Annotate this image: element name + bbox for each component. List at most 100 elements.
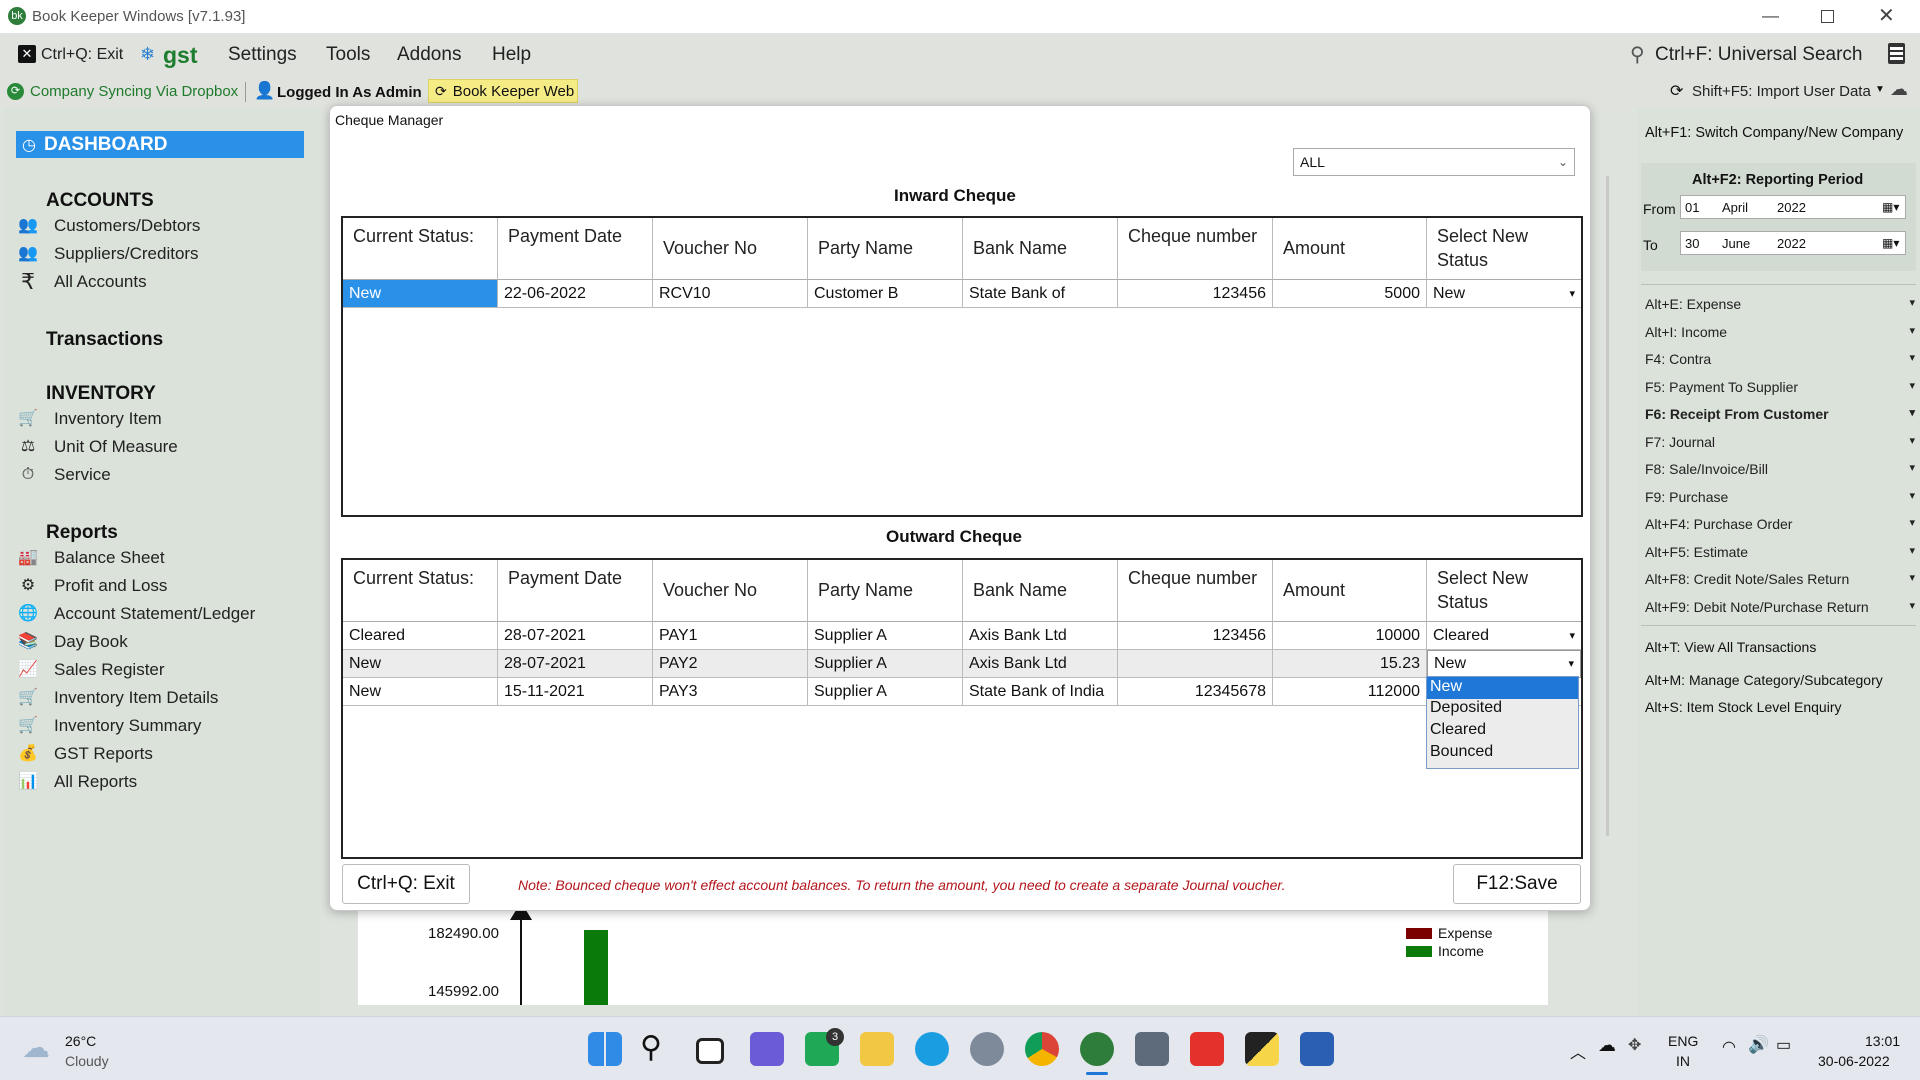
- stock-enquiry-link[interactable]: Alt+S: Item Stock Level Enquiry: [1645, 699, 1841, 715]
- gear-icon: ⚙: [20, 577, 36, 594]
- clock-time[interactable]: 13:01: [1865, 1033, 1900, 1049]
- view-all-transactions-link[interactable]: Alt+T: View All Transactions: [1645, 639, 1816, 655]
- sidebar-item-service[interactable]: ⏱ Service: [16, 463, 111, 487]
- sidebar-item-gst-reports[interactable]: 💰 GST Reports: [16, 742, 153, 766]
- settings-gear-icon[interactable]: [970, 1032, 1004, 1066]
- calculator-icon[interactable]: [1888, 43, 1905, 64]
- dropdown-option-cleared[interactable]: Cleared: [1427, 721, 1578, 743]
- sidebar-item-sales-register[interactable]: 📈 Sales Register: [16, 658, 165, 682]
- new-status-select[interactable]: Cleared ▾: [1427, 622, 1581, 650]
- wifi-icon[interactable]: ◠: [1722, 1037, 1736, 1057]
- sidebar-item-inventory-item[interactable]: 🛒 Inventory Item: [16, 407, 162, 431]
- task-view-icon[interactable]: [696, 1038, 724, 1064]
- anydesk-icon[interactable]: [1190, 1032, 1224, 1066]
- shortcut-receipt-customer[interactable]: F6: Receipt From Customer ▾: [1645, 406, 1915, 422]
- cloud-icon[interactable]: ☁: [1890, 79, 1908, 100]
- battery-icon[interactable]: ▭: [1776, 1035, 1791, 1055]
- dropdown-option-new[interactable]: New: [1427, 677, 1578, 699]
- shortcut-journal[interactable]: F7: Journal ▾: [1645, 434, 1915, 450]
- sidebar-item-label: Inventory Item Details: [54, 688, 219, 707]
- web-link[interactable]: ⟳ Book Keeper Web: [428, 79, 578, 103]
- sidebar-item-account-statement[interactable]: 🌐 Account Statement/Ledger: [16, 602, 255, 626]
- sidebar-item-unit-of-measure[interactable]: ⚖ Unit Of Measure: [16, 435, 178, 459]
- to-date-picker[interactable]: 30 June 2022 ▦▾: [1680, 231, 1906, 255]
- calendar-icon[interactable]: ▦▾: [1882, 236, 1899, 250]
- status-filter-select[interactable]: ALL ⌄: [1293, 148, 1575, 176]
- book-keeper-app-icon[interactable]: [1080, 1032, 1114, 1066]
- weather-temp[interactable]: 26°C: [65, 1033, 96, 1049]
- shortcut-expense[interactable]: Alt+E: Expense ▾: [1645, 296, 1915, 312]
- sidebar-item-dashboard[interactable]: ◷ DASHBOARD: [16, 131, 304, 158]
- shortcut-income[interactable]: Alt+I: Income ▾: [1645, 324, 1915, 340]
- sidebar-item-customers[interactable]: 👥 Customers/Debtors: [16, 214, 200, 238]
- exit-button[interactable]: Ctrl+Q: Exit: [342, 864, 470, 904]
- lang-line2[interactable]: IN: [1676, 1053, 1690, 1069]
- save-button[interactable]: F12:Save: [1453, 864, 1581, 904]
- sidebar-item-all-accounts[interactable]: ₹ All Accounts: [16, 270, 147, 294]
- table-row[interactable]: New 15-11-2021 PAY3 Supplier A State Ban…: [343, 678, 1581, 706]
- file-explorer-icon[interactable]: [860, 1032, 894, 1066]
- windows-start-icon[interactable]: [588, 1032, 622, 1066]
- sidebar-item-profit-loss[interactable]: ⚙ Profit and Loss: [16, 574, 168, 598]
- switch-company-link[interactable]: Alt+F1: Switch Company/New Company: [1645, 125, 1903, 141]
- search-icon[interactable]: ⚲: [640, 1030, 662, 1065]
- chevron-down-icon[interactable]: ▼: [1875, 84, 1885, 95]
- table-row[interactable]: New 22-06-2022 RCV10 Customer B State Ba…: [343, 280, 1581, 308]
- sidebar-item-inventory-details[interactable]: 🛒 Inventory Item Details: [16, 686, 218, 710]
- sidebar-item-all-reports[interactable]: 📊 All Reports: [16, 770, 137, 794]
- dropdown-option-bounced[interactable]: Bounced: [1427, 743, 1578, 765]
- menu-help[interactable]: Help: [492, 44, 531, 66]
- shortcut-purchase-order[interactable]: Alt+F4: Purchase Order ▾: [1645, 516, 1915, 532]
- transactions-heading[interactable]: Transactions: [46, 329, 163, 351]
- sticky-notes-icon[interactable]: [1245, 1032, 1279, 1066]
- login-status: Logged In As Admin: [277, 84, 422, 101]
- edge-icon[interactable]: [915, 1032, 949, 1066]
- dropbox-icon[interactable]: ✥: [1628, 1035, 1641, 1055]
- new-status-select[interactable]: New ▾: [1427, 280, 1581, 308]
- onedrive-icon[interactable]: ☁: [1598, 1035, 1616, 1056]
- menu-tools[interactable]: Tools: [326, 44, 370, 66]
- party-cell: Supplier A: [808, 650, 963, 678]
- import-user-data[interactable]: Shift+F5: Import User Data: [1692, 83, 1871, 100]
- sidebar-item-suppliers[interactable]: 👥 Suppliers/Creditors: [16, 242, 199, 266]
- sidebar-item-balance-sheet[interactable]: 🏭 Balance Sheet: [16, 546, 165, 570]
- shortcut-purchase[interactable]: F9: Purchase ▾: [1645, 489, 1915, 505]
- chrome-icon[interactable]: [1025, 1032, 1059, 1066]
- exit-menu[interactable]: Ctrl+Q: Exit: [41, 46, 123, 64]
- exit-icon[interactable]: ✕: [18, 45, 36, 63]
- sidebar-item-inventory-summary[interactable]: 🛒 Inventory Summary: [16, 714, 201, 738]
- close-icon[interactable]: ✕: [1878, 3, 1895, 28]
- volume-icon[interactable]: 🔊: [1748, 1035, 1769, 1055]
- scrollbar[interactable]: [1606, 176, 1609, 836]
- shortcut-payment-supplier[interactable]: F5: Payment To Supplier ▾: [1645, 379, 1915, 395]
- lang-line1[interactable]: ENG: [1668, 1033, 1698, 1049]
- universal-search[interactable]: Ctrl+F: Universal Search: [1655, 44, 1862, 66]
- sidebar-item-day-book[interactable]: 📚 Day Book: [16, 630, 128, 654]
- table-row[interactable]: Cleared 28-07-2021 PAY1 Supplier A Axis …: [343, 622, 1581, 650]
- calendar-icon[interactable]: ▦▾: [1882, 200, 1899, 214]
- search-icon[interactable]: ⚲: [1630, 42, 1645, 67]
- sync-status[interactable]: Company Syncing Via Dropbox: [30, 83, 238, 100]
- up-arrow-icon[interactable]: ︿: [1570, 1039, 1586, 1063]
- shortcut-estimate[interactable]: Alt+F5: Estimate ▾: [1645, 544, 1915, 560]
- maximize-icon[interactable]: [1821, 10, 1834, 23]
- manage-category-link[interactable]: Alt+M: Manage Category/Subcategory: [1645, 672, 1883, 688]
- table-row[interactable]: New 28-07-2021 PAY2 Supplier A Axis Bank…: [343, 650, 1581, 678]
- shortcut-credit-note[interactable]: Alt+F8: Credit Note/Sales Return ▾: [1645, 571, 1915, 587]
- weather-desc[interactable]: Cloudy: [65, 1053, 109, 1069]
- word-icon[interactable]: [1300, 1032, 1334, 1066]
- shortcut-contra[interactable]: F4: Contra ▾: [1645, 351, 1915, 367]
- minimize-icon[interactable]: —: [1762, 6, 1779, 26]
- dropdown-option-deposited[interactable]: Deposited: [1427, 699, 1578, 721]
- shortcut-debit-note[interactable]: Alt+F9: Debit Note/Purchase Return ▾: [1645, 599, 1915, 615]
- calculator-app-icon[interactable]: [1135, 1032, 1169, 1066]
- menu-addons[interactable]: Addons: [397, 44, 461, 66]
- clock-date[interactable]: 30-06-2022: [1818, 1053, 1890, 1069]
- new-status-select[interactable]: New ▾: [1427, 650, 1581, 678]
- chevron-down-icon: ▾: [1909, 545, 1915, 557]
- teams-chat-icon[interactable]: [750, 1032, 784, 1066]
- menu-settings[interactable]: Settings: [228, 44, 297, 66]
- from-date-picker[interactable]: 01 April 2022 ▦▾: [1680, 195, 1906, 219]
- shortcut-sale[interactable]: F8: Sale/Invoice/Bill ▾: [1645, 461, 1915, 477]
- users-icon: 👥: [18, 217, 38, 234]
